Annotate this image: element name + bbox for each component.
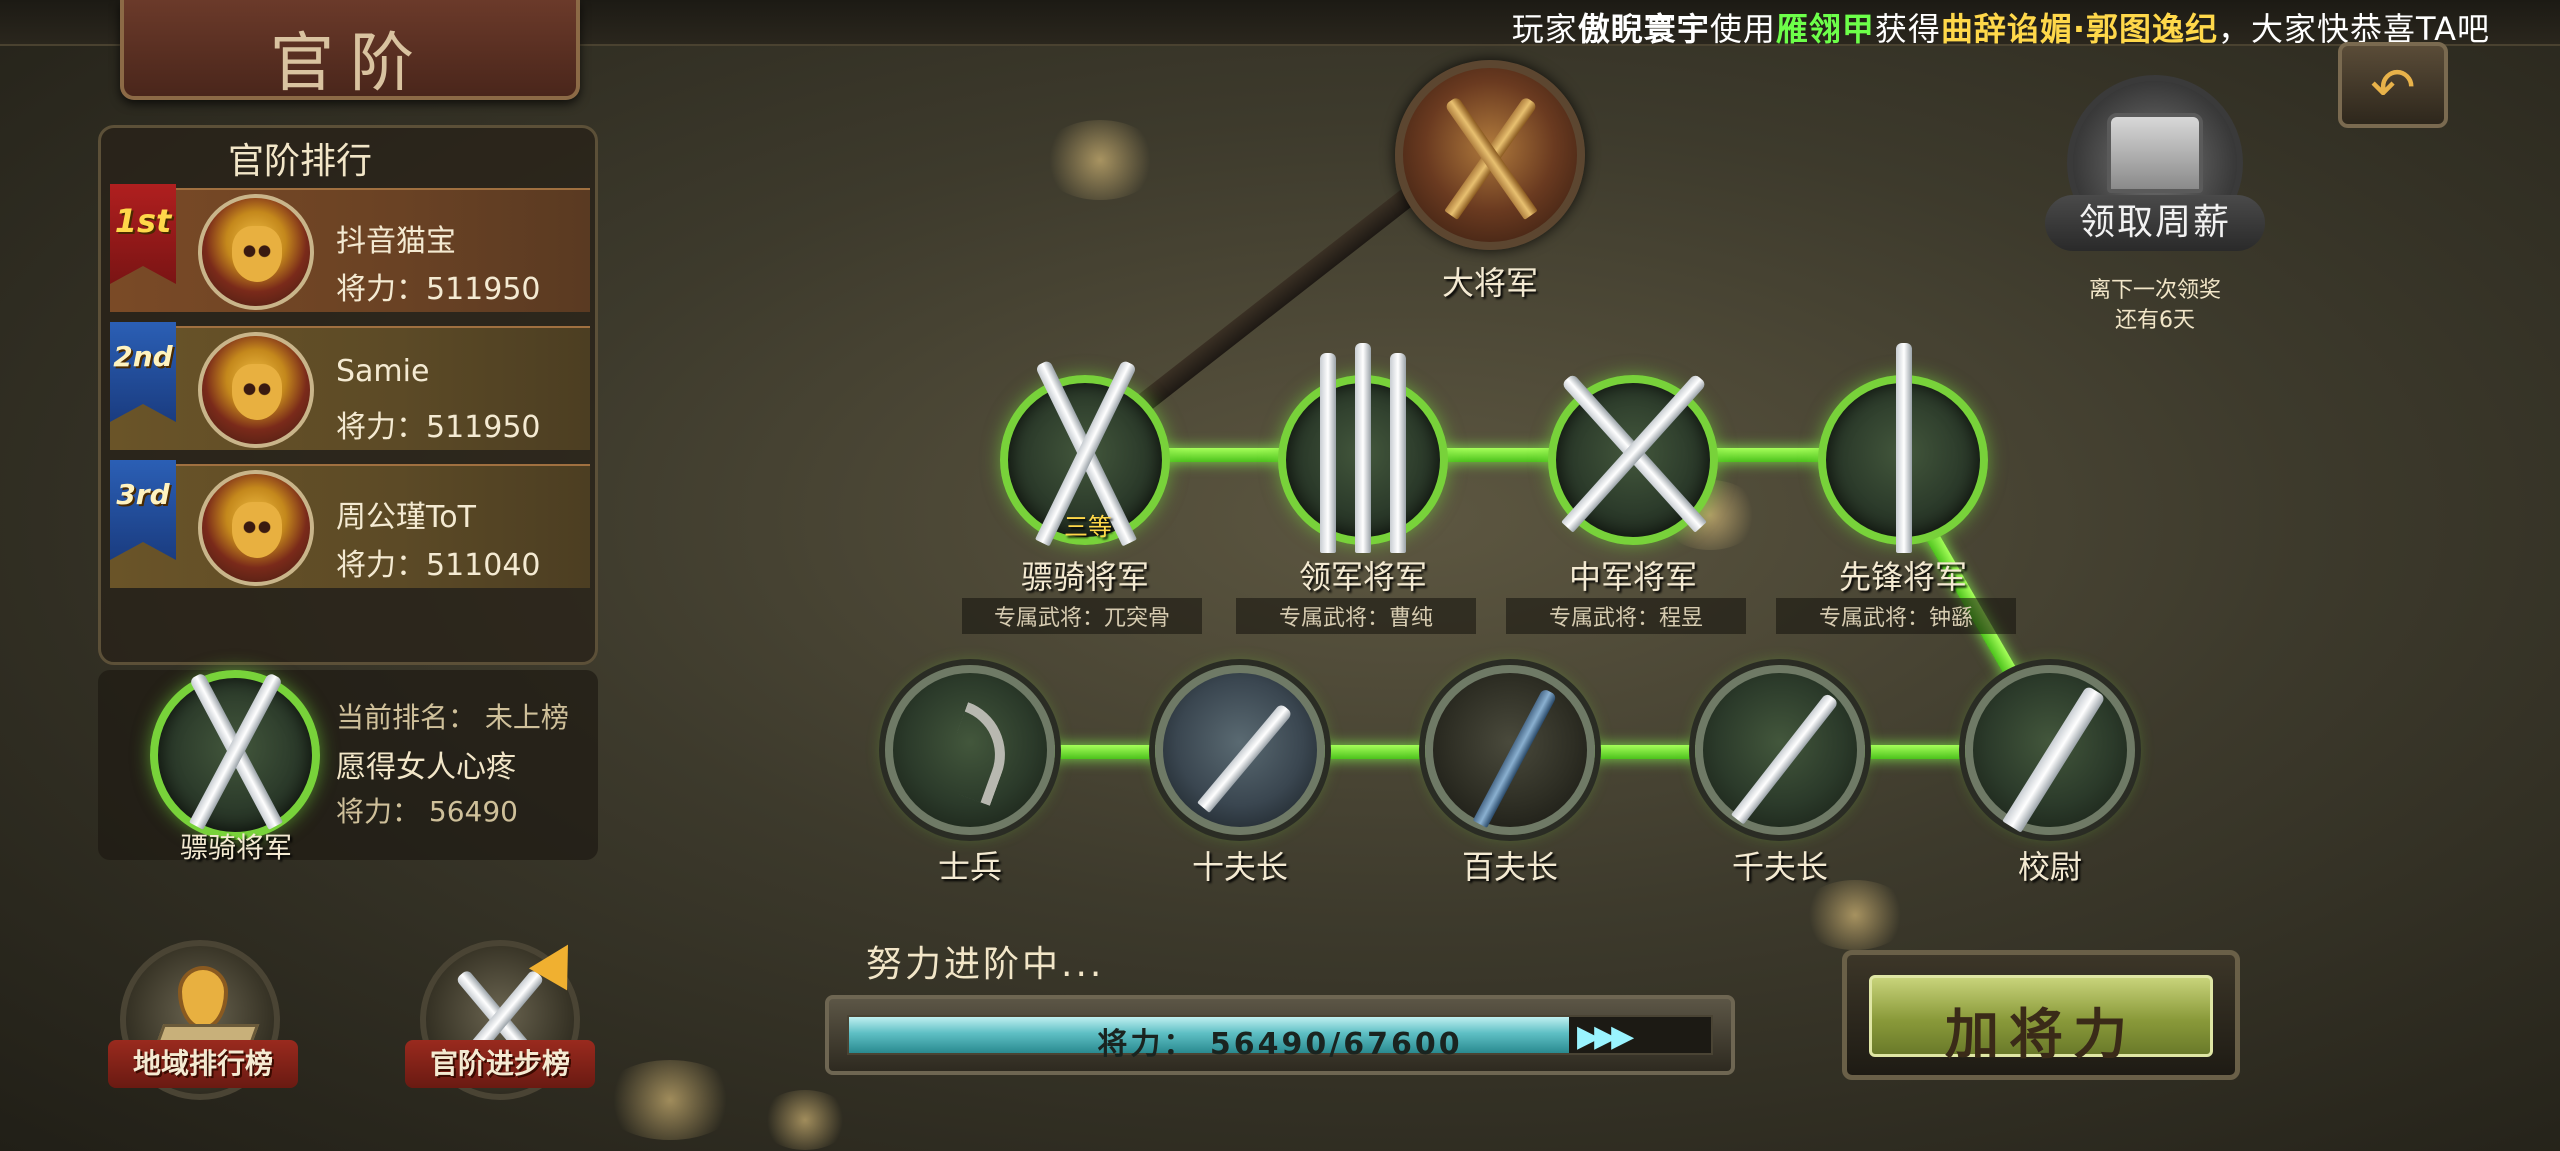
rank-badge-1st: 1st xyxy=(110,184,176,284)
sickle-icon xyxy=(937,702,1021,806)
ticker-item-name: 雁翎甲 xyxy=(1775,10,1875,48)
rank-player-name: 周公瑾ToT xyxy=(336,500,476,535)
countdown-line-1: 离下一次领奖 xyxy=(2088,278,2221,303)
node-grade-badge: 三等 xyxy=(1064,513,1112,541)
node-label-grand-general: 大将军 xyxy=(1441,264,1538,302)
exclusive-hero-general-1: 专属武将：兀突骨 xyxy=(962,598,1202,634)
node-grand-general[interactable] xyxy=(1395,60,1585,250)
node-label-general-2: 领军将军 xyxy=(1298,558,1427,596)
rank-row-2[interactable]: 2nd Samie 将力：511950 xyxy=(110,322,590,450)
player-emblem-icon xyxy=(198,332,314,448)
power-progress-bar: 将力： 56490/67600 ▶▶▶ xyxy=(825,995,1735,1075)
rank-badge-3rd: 3rd xyxy=(110,460,176,560)
region-rank-label: 地域排行榜 xyxy=(108,1040,298,1088)
node-rank-5[interactable] xyxy=(1965,665,2135,835)
node-rank-1[interactable] xyxy=(885,665,1055,835)
my-player-power: 将力： 56490 xyxy=(336,795,518,828)
rank-panel-heading: 官阶排行 xyxy=(227,141,372,182)
rank-row-1[interactable]: 1st 抖音猫宝 将力：511950 xyxy=(110,184,590,312)
add-power-button[interactable]: 加将力 xyxy=(1842,950,2240,1080)
my-title-label: 骠骑将军 xyxy=(179,831,292,864)
rank-player-power: 将力：511950 xyxy=(336,272,541,307)
player-emblem-icon xyxy=(198,470,314,586)
path-link xyxy=(1140,448,1900,462)
rank-player-power: 将力：511040 xyxy=(336,548,541,583)
promotion-rank-label: 官阶进步榜 xyxy=(405,1040,595,1088)
triple-swords-icon xyxy=(1390,353,1406,553)
progress-caption: 努力进阶中... xyxy=(866,944,1105,985)
my-player-name: 愿得女人心疼 xyxy=(336,750,516,785)
node-label-general-1: 骠骑将军 xyxy=(1020,558,1149,596)
bg-light-flare xyxy=(1040,120,1160,200)
triple-swords-icon xyxy=(1320,353,1336,553)
ticker-player-name: 傲睨寰宇 xyxy=(1577,10,1710,48)
bg-light-flare xyxy=(760,1090,850,1150)
progress-track: 将力： 56490/67600 ▶▶▶ xyxy=(847,1015,1713,1062)
sword-icon xyxy=(1896,343,1912,553)
rank-player-name: 抖音猫宝 xyxy=(336,224,456,259)
page-title: 官阶 xyxy=(270,27,430,101)
map-pin-icon xyxy=(178,966,228,1030)
add-power-button-face: 加将力 xyxy=(1869,975,2213,1066)
my-current-rank: 当前排名： 未上榜 xyxy=(336,701,569,734)
triple-swords-icon xyxy=(1355,343,1371,553)
rank-row-3[interactable]: 3rd 周公瑾ToT 将力：511040 xyxy=(110,460,590,588)
node-label-general-4: 先锋将军 xyxy=(1838,558,1967,596)
exclusive-hero-general-2: 专属武将：曹纯 xyxy=(1236,598,1476,634)
node-label-rank-3: 百夫长 xyxy=(1461,848,1558,886)
node-label-rank-1: 士兵 xyxy=(937,848,1002,886)
exclusive-hero-general-4: 专属武将：钟繇 xyxy=(1776,598,2016,634)
bg-light-flare xyxy=(1800,880,1910,950)
back-button[interactable]: ↶ xyxy=(2338,42,2448,128)
page-title-plaque: 官阶 xyxy=(120,0,580,101)
weekly-salary-label: 领取周薪 xyxy=(2045,195,2265,251)
node-general-4[interactable] xyxy=(1818,343,1988,553)
treasure-chest-icon xyxy=(2107,113,2203,193)
node-rank-2[interactable] xyxy=(1155,665,1325,835)
node-rank-3[interactable] xyxy=(1425,665,1595,835)
bg-light-flare xyxy=(600,1060,740,1140)
node-label-general-3: 中军将军 xyxy=(1568,558,1697,596)
rank-badge-2nd: 2nd xyxy=(110,322,176,422)
glaive-icon xyxy=(1730,692,1840,825)
node-general-2[interactable] xyxy=(1278,343,1448,553)
node-label-rank-2: 十夫长 xyxy=(1191,848,1288,886)
progress-arrow-icon: ▶▶▶ xyxy=(1577,1019,1634,1054)
pickaxe-icon xyxy=(1472,688,1558,828)
player-emblem-icon xyxy=(198,194,314,310)
node-label-rank-4: 千夫长 xyxy=(1731,848,1828,886)
node-general-3[interactable] xyxy=(1548,373,1718,545)
node-label-rank-5: 校尉 xyxy=(2017,848,2082,886)
rank-player-power: 将力：511950 xyxy=(336,410,541,445)
node-general-1[interactable]: 三等 xyxy=(1000,359,1170,547)
my-rank-emblem-icon xyxy=(150,670,320,840)
dagger-icon xyxy=(1197,703,1293,813)
exclusive-hero-general-3: 专属武将：程昱 xyxy=(1506,598,1746,634)
countdown-line-2: 还有6天 xyxy=(2115,308,2195,333)
weekly-salary-countdown: 离下一次领奖 还有6天 xyxy=(2045,276,2265,336)
back-arrow-icon: ↶ xyxy=(2370,56,2416,119)
broadsword-icon xyxy=(2002,685,2106,833)
ticker-reward-name: 曲辞谄媚·郭图逸纪 xyxy=(1940,10,2219,48)
weekly-salary-button[interactable]: 领取周薪 xyxy=(2045,75,2265,255)
rank-player-name: Samie xyxy=(336,354,430,389)
add-power-label: 加将力 xyxy=(1945,1002,2137,1066)
node-rank-4[interactable] xyxy=(1695,665,1865,835)
